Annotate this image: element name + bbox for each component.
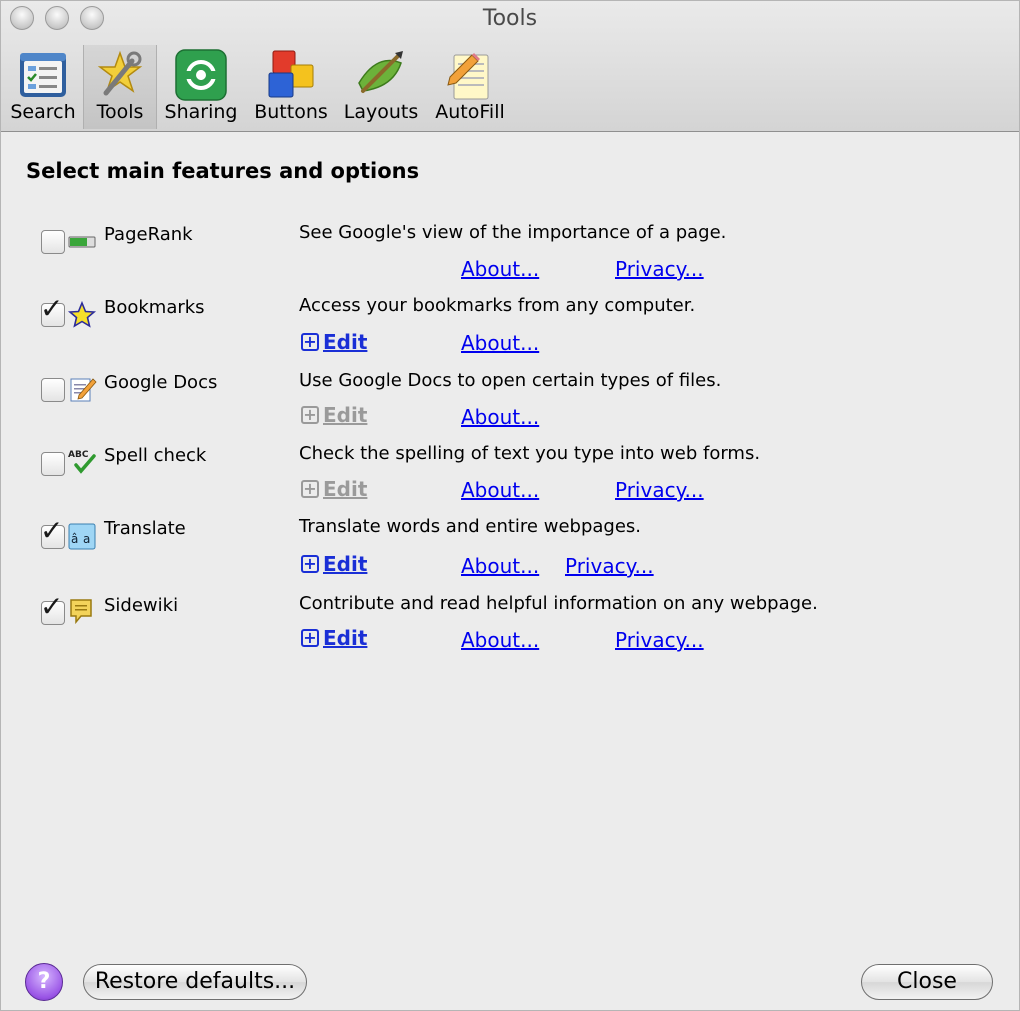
edit-label: Edit — [323, 552, 368, 576]
close-button[interactable]: Close — [861, 964, 993, 1000]
toolbar-label: Sharing — [164, 101, 238, 123]
bookmarks-edit-link[interactable]: + Edit — [301, 330, 367, 354]
feature-description: Access your bookmarks from any computer. — [299, 295, 696, 316]
layouts-icon — [358, 51, 403, 93]
toolbar-autofill[interactable]: AutoFill — [431, 45, 509, 129]
toolbar-sharing[interactable]: Sharing — [161, 45, 241, 129]
google-docs-about-link[interactable]: About... — [461, 405, 539, 429]
google-docs-checkbox[interactable] — [41, 378, 65, 402]
buttons-icon — [268, 50, 314, 98]
sidewiki-icon — [70, 599, 92, 625]
spell-check-edit-link: + Edit — [301, 477, 367, 501]
toolbar-label: Layouts — [343, 101, 419, 123]
spell-check-checkbox[interactable] — [41, 452, 65, 476]
sidewiki-edit-link[interactable]: + Edit — [301, 626, 367, 650]
page-title: Select main features and options — [26, 159, 420, 183]
feature-description: Use Google Docs to open certain types of… — [299, 370, 722, 391]
translate-edit-link[interactable]: + Edit — [301, 552, 367, 576]
toolbar-search[interactable]: Search — [7, 45, 79, 129]
edit-label: Edit — [323, 626, 368, 650]
toolbar-label: Search — [10, 101, 76, 123]
feature-name: Bookmarks — [104, 297, 205, 318]
sharing-icon — [175, 49, 227, 101]
edit-label: Edit — [323, 403, 368, 427]
plus-icon: + — [301, 333, 319, 351]
toolbar-layouts[interactable]: Layouts — [341, 45, 421, 129]
feature-description: Translate words and entire webpages. — [299, 516, 641, 537]
spell-check-about-link[interactable]: About... — [461, 478, 539, 502]
feature-name: Spell check — [104, 445, 207, 466]
translate-icon: â a — [68, 523, 96, 550]
toolbar-buttons[interactable]: Buttons — [251, 45, 331, 129]
svg-text:ABC: ABC — [68, 450, 89, 460]
google-docs-edit-link: + Edit — [301, 403, 367, 427]
feature-name: Translate — [104, 518, 186, 539]
toolbar-tools[interactable]: Tools — [83, 45, 157, 129]
svg-text:â: â — [71, 532, 78, 546]
sidewiki-about-link[interactable]: About... — [461, 628, 539, 652]
bookmarks-checkbox[interactable]: ✓ — [40, 295, 65, 327]
docs-icon — [70, 378, 97, 402]
feature-name: PageRank — [104, 224, 193, 245]
plus-icon: + — [301, 480, 319, 498]
feature-description: See Google's view of the importance of a… — [299, 222, 727, 243]
restore-defaults-button[interactable]: Restore defaults... — [83, 964, 307, 1000]
checkmark: ✓ — [40, 514, 64, 547]
plus-icon: + — [301, 406, 319, 424]
feature-name: Sidewiki — [104, 595, 179, 616]
autofill-icon — [447, 53, 489, 100]
bookmarks-about-link[interactable]: About... — [461, 331, 539, 355]
pagerank-icon — [68, 236, 96, 248]
search-prefs-icon — [20, 53, 66, 97]
edit-label: Edit — [323, 330, 368, 354]
pagerank-checkbox[interactable] — [41, 230, 65, 254]
edit-label: Edit — [323, 477, 368, 501]
title-bar: Tools Search Tools Sharing Buttons Layou… — [1, 1, 1019, 132]
translate-privacy-link[interactable]: Privacy... — [565, 554, 654, 578]
checkmark: ✓ — [40, 292, 64, 325]
checkmark: ✓ — [40, 590, 64, 623]
feature-name: Google Docs — [104, 372, 218, 393]
feature-description: Check the spelling of text you type into… — [299, 443, 761, 464]
spell-check-privacy-link[interactable]: Privacy... — [615, 478, 704, 502]
plus-icon: + — [301, 629, 319, 647]
sidewiki-checkbox[interactable]: ✓ — [40, 593, 65, 625]
toolbar-label: AutoFill — [435, 101, 505, 123]
pagerank-about-link[interactable]: About... — [461, 257, 539, 281]
feature-description: Contribute and read helpful information … — [299, 593, 818, 614]
help-button[interactable]: ? — [25, 963, 63, 1001]
toolbar-label: Buttons — [254, 101, 328, 123]
spellcheck-icon: ABC — [68, 450, 96, 474]
sidewiki-privacy-link[interactable]: Privacy... — [615, 628, 704, 652]
plus-icon: + — [301, 555, 319, 573]
window-title: Tools — [482, 6, 538, 31]
svg-text:a: a — [83, 532, 90, 546]
tools-icon — [97, 50, 143, 96]
star-icon — [67, 300, 97, 328]
toolbar-label: Tools — [96, 101, 144, 123]
translate-about-link[interactable]: About... — [461, 554, 539, 578]
preferences-window: Tools Search Tools Sharing Buttons Layou… — [0, 0, 1020, 1011]
translate-checkbox[interactable]: ✓ — [40, 517, 65, 549]
pagerank-privacy-link[interactable]: Privacy... — [615, 257, 704, 281]
